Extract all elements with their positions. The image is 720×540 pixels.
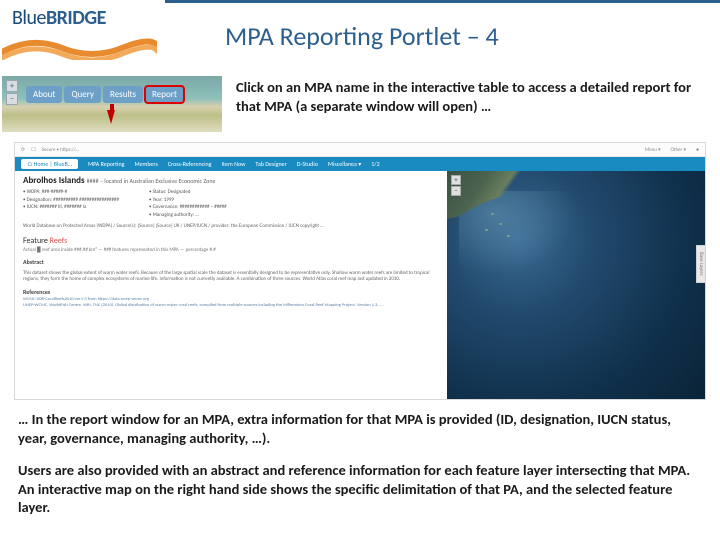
report-map-pane[interactable]: + − — [447, 171, 705, 399]
map-island — [499, 223, 502, 225]
meta-item: • Managing authority: … — [149, 212, 227, 220]
arrow-down-icon — [107, 110, 115, 124]
tab-about[interactable]: About — [26, 86, 62, 103]
meta-item: • Designation: ########## ##############… — [23, 197, 119, 205]
map-island — [507, 235, 510, 237]
nav-item[interactable]: Tab Designer — [255, 160, 286, 168]
meta-right: • Status: Designated • Year: 1999 • Gove… — [149, 189, 227, 219]
page-title: MPA Reporting Portlet – 4 — [225, 20, 499, 52]
nav-item[interactable]: Miscellanea ▾ — [328, 160, 361, 168]
nav-item[interactable]: D-Studio — [297, 160, 318, 168]
nav-item[interactable]: MPA Reporting — [88, 160, 124, 168]
title-bar: MPA Reporting Portlet – 4 — [165, 0, 720, 68]
logo: BlueBRIDGE — [0, 0, 165, 68]
url-label: Secure • https://… — [42, 147, 79, 153]
intro-paragraph: Click on an MPA name in the interactive … — [236, 76, 706, 116]
report-body: Abrolhos Islands #### – located in Austr… — [15, 171, 705, 399]
abstract-header: Abstract — [23, 258, 439, 266]
map-zoom-controls: + − — [451, 175, 461, 196]
feature-subtext: Actual █ reef area inside ###.## km² — #… — [23, 247, 439, 253]
slide-header: BlueBRIDGE MPA Reporting Portlet – 4 — [0, 0, 720, 70]
references-header: References — [23, 288, 439, 296]
feature-header: Feature Reefs — [23, 236, 439, 246]
tab-report[interactable]: Report — [145, 86, 184, 103]
meta-item: • WDPA: ###-#####-# — [23, 189, 119, 197]
tab-query[interactable]: Query — [64, 86, 101, 103]
map-canvas[interactable]: + − — [447, 171, 705, 399]
mpa-meta: • WDPA: ###-#####-# • Designation: #####… — [23, 189, 439, 219]
tab-results[interactable]: Results — [103, 86, 143, 103]
meta-item: • IUCN: ####### III, ####### Ia — [23, 204, 119, 212]
nav-item[interactable]: Members — [134, 160, 157, 168]
topbar-menu[interactable]: Menu ▾ — [645, 147, 661, 153]
paragraph-2: Users are also provided with an abstract… — [18, 461, 702, 517]
meta-item: • Year: 1999 — [149, 197, 227, 205]
browser-topbar: ⟳ ☐ Secure • https://… Menu ▾ Other ▾ ● — [15, 143, 705, 157]
logo-wave-icon — [2, 38, 157, 60]
mpa-subtitle: #### – located in Australian Exclusive E… — [87, 177, 216, 185]
report-left-pane: Abrolhos Islands #### – located in Austr… — [15, 171, 447, 399]
feature-accent: Reefs — [50, 236, 68, 246]
avatar-icon[interactable]: ● — [696, 147, 699, 153]
feature-label: Feature — [23, 236, 48, 246]
paragraph-1: … In the report window for an MPA, extra… — [18, 410, 702, 447]
nav-home-button[interactable]: ⌂ Home | BlueB… — [21, 159, 78, 169]
map-island — [491, 213, 494, 215]
reference-link[interactable]: UNEP-WCMC, WorldFish Centre, WRI, TNC (2… — [23, 303, 439, 308]
map-island — [485, 229, 488, 231]
portlet-tabs: About Query Results Report — [26, 86, 184, 103]
meta-item: • Governance: ############ – ##### — [149, 204, 227, 212]
map-zoom-in-button[interactable]: + — [451, 175, 461, 185]
top-section: + − About Query Results Report Click on … — [0, 70, 720, 136]
mpa-title: Abrolhos Islands #### – located in Austr… — [23, 175, 439, 186]
logo-light: Blue — [12, 6, 46, 30]
bottom-text-block: … In the report window for an MPA, extra… — [0, 402, 720, 517]
mini-map-mock: + − About Query Results Report — [2, 76, 222, 132]
logo-text: BlueBRIDGE — [12, 6, 106, 30]
logo-bold: BRIDGE — [46, 6, 106, 30]
mini-zoom-controls: + − — [6, 80, 18, 105]
app-navbar: ⌂ Home | BlueB… MPA Reporting Members Cr… — [15, 157, 705, 171]
zoom-out-button[interactable]: − — [6, 93, 18, 105]
mpa-name: Abrolhos Islands — [23, 175, 85, 186]
report-window-screenshot: ⟳ ☐ Secure • https://… Menu ▾ Other ▾ ● … — [14, 142, 706, 400]
side-panel-tab[interactable]: Base Layers — [696, 245, 706, 282]
map-zoom-out-button[interactable]: − — [451, 186, 461, 196]
zoom-in-button[interactable]: + — [6, 80, 18, 92]
meta-left: • WDPA: ###-#####-# • Designation: #####… — [23, 189, 119, 219]
reload-icon[interactable]: ⟳ — [21, 147, 25, 153]
tab-icon: ☐ — [31, 147, 35, 153]
nav-item: 1/2 — [371, 160, 379, 168]
nav-item[interactable]: Item Now — [222, 160, 246, 168]
mpa-source-desc: World Database on Protected Areas (WDPA)… — [23, 223, 439, 230]
abstract-body: This dataset shows the global extent of … — [23, 270, 439, 283]
nav-item[interactable]: Cross-Referencing — [168, 160, 212, 168]
meta-item: • Status: Designated — [149, 189, 227, 197]
topbar-other[interactable]: Other ▾ — [670, 147, 685, 153]
reference-link[interactable]: WCMC-008-CoralReefs2010-ver1-3 from http… — [23, 297, 439, 302]
